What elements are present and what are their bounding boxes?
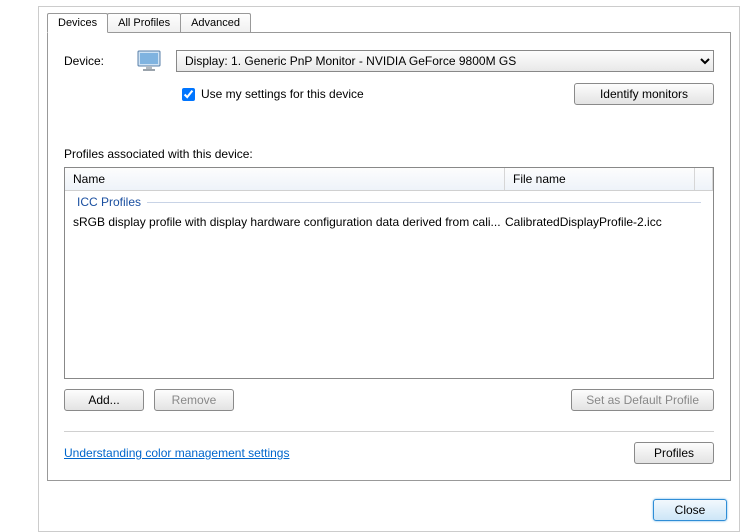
- divider: [64, 431, 714, 432]
- tab-advanced[interactable]: Advanced: [180, 13, 251, 32]
- settings-row: Use my settings for this device Identify…: [182, 83, 714, 105]
- use-settings-label: Use my settings for this device: [201, 87, 364, 101]
- profile-name-cell: sRGB display profile with display hardwa…: [73, 215, 505, 229]
- use-settings-checkbox[interactable]: [182, 88, 195, 101]
- device-label: Device:: [64, 54, 124, 68]
- list-item[interactable]: sRGB display profile with display hardwa…: [65, 213, 713, 231]
- profile-file-cell: CalibratedDisplayProfile-2.icc: [505, 215, 705, 229]
- color-management-dialog: Devices All Profiles Advanced Device: Di…: [38, 6, 740, 532]
- devices-panel: Device: Display: 1. Generic PnP Monitor …: [47, 32, 731, 481]
- profiles-button[interactable]: Profiles: [634, 442, 714, 464]
- tab-all-profiles[interactable]: All Profiles: [107, 13, 181, 32]
- monitor-icon: [136, 49, 164, 73]
- column-header-name[interactable]: Name: [65, 168, 505, 190]
- add-button[interactable]: Add...: [64, 389, 144, 411]
- column-header-end: [695, 168, 713, 190]
- group-header-icc: ICC Profiles: [65, 191, 713, 213]
- device-dropdown[interactable]: Display: 1. Generic PnP Monitor - NVIDIA…: [176, 50, 714, 72]
- identify-monitors-button[interactable]: Identify monitors: [574, 83, 714, 105]
- dialog-footer: Close: [39, 489, 739, 531]
- list-button-row: Add... Remove Set as Default Profile: [64, 389, 714, 411]
- list-header: Name File name: [65, 168, 713, 191]
- tab-devices[interactable]: Devices: [47, 13, 108, 33]
- help-link[interactable]: Understanding color management settings: [64, 446, 289, 460]
- column-header-file[interactable]: File name: [505, 168, 695, 190]
- panel-footer-row: Understanding color management settings …: [64, 442, 714, 464]
- profiles-section-label: Profiles associated with this device:: [64, 147, 714, 161]
- remove-button[interactable]: Remove: [154, 389, 234, 411]
- close-button[interactable]: Close: [653, 499, 727, 521]
- device-row: Device: Display: 1. Generic PnP Monitor …: [64, 49, 714, 73]
- set-default-button[interactable]: Set as Default Profile: [571, 389, 714, 411]
- tab-bar: Devices All Profiles Advanced: [39, 11, 739, 32]
- profile-list[interactable]: Name File name ICC Profiles sRGB display…: [64, 167, 714, 379]
